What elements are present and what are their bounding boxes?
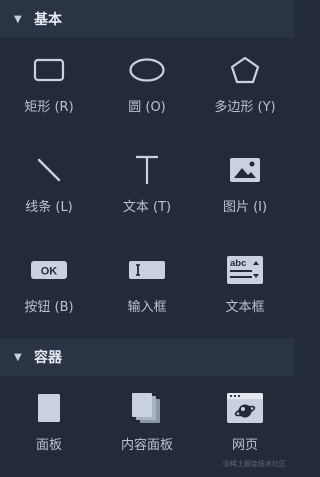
rectangle-icon — [19, 48, 79, 92]
chevron-down-icon: ▼ — [14, 351, 22, 363]
component-label: 输入框 — [127, 300, 167, 315]
button-badge-text: OK — [41, 266, 58, 278]
pentagon-icon — [215, 48, 275, 92]
component-label: 内容面板 — [120, 438, 173, 453]
watermark: @稀土掘金技术社区 — [223, 460, 286, 468]
component-label: 网页 — [231, 438, 258, 453]
component-polygon[interactable]: 多边形 (Y) — [196, 38, 294, 138]
ellipse-icon — [117, 48, 177, 92]
line-icon — [19, 148, 79, 192]
component-label: 圆 (O) — [128, 100, 166, 115]
section-title-basic: 基本 — [34, 12, 62, 28]
webpage-icon — [215, 386, 275, 430]
component-text[interactable]: 文本 (T) — [98, 138, 196, 238]
component-label: 文本框 — [225, 300, 265, 315]
container-components-grid: 面板 内容面板 网页 — [0, 376, 294, 468]
component-button[interactable]: OK 按钮 (B) — [0, 238, 98, 338]
component-rectangle[interactable]: 矩形 (R) — [0, 38, 98, 138]
image-icon — [215, 148, 275, 192]
text-icon — [117, 148, 177, 192]
input-icon — [117, 248, 177, 292]
component-label: 按钮 (B) — [24, 300, 74, 315]
section-header-basic[interactable]: ▼ 基本 — [0, 0, 294, 38]
component-ellipse[interactable]: 圆 (O) — [98, 38, 196, 138]
component-textarea[interactable]: abc 文本框 — [196, 238, 294, 338]
section-header-container[interactable]: ▼ 容器 — [0, 338, 294, 376]
chevron-down-icon: ▼ — [14, 13, 22, 25]
component-panel[interactable]: 面板 — [0, 376, 98, 468]
basic-components-grid: 矩形 (R) 圆 (O) 多边形 (Y) 线条 (L) 文本 (T) 图片 (I… — [0, 38, 294, 338]
section-title-container: 容器 — [34, 350, 62, 366]
component-label: 文本 (T) — [122, 200, 172, 215]
component-label: 图片 (I) — [222, 200, 268, 215]
component-label: 多边形 (Y) — [214, 100, 276, 115]
component-label: 线条 (L) — [25, 200, 73, 215]
component-label: 矩形 (R) — [24, 100, 74, 115]
panel-icon — [19, 386, 79, 430]
component-webpage[interactable]: 网页 — [196, 376, 294, 468]
content-panel-icon — [117, 386, 177, 430]
component-input[interactable]: 输入框 — [98, 238, 196, 338]
component-line[interactable]: 线条 (L) — [0, 138, 98, 238]
textarea-icon: abc — [215, 248, 275, 292]
components-panel: ▼ 基本 矩形 (R) 圆 (O) 多边形 (Y) 线条 (L) 文本 (T) … — [0, 0, 294, 477]
component-label: 面板 — [35, 438, 62, 453]
component-content-panel[interactable]: 内容面板 — [98, 376, 196, 468]
button-icon: OK — [19, 248, 79, 292]
textarea-badge-text: abc — [230, 258, 246, 269]
component-image[interactable]: 图片 (I) — [196, 138, 294, 238]
